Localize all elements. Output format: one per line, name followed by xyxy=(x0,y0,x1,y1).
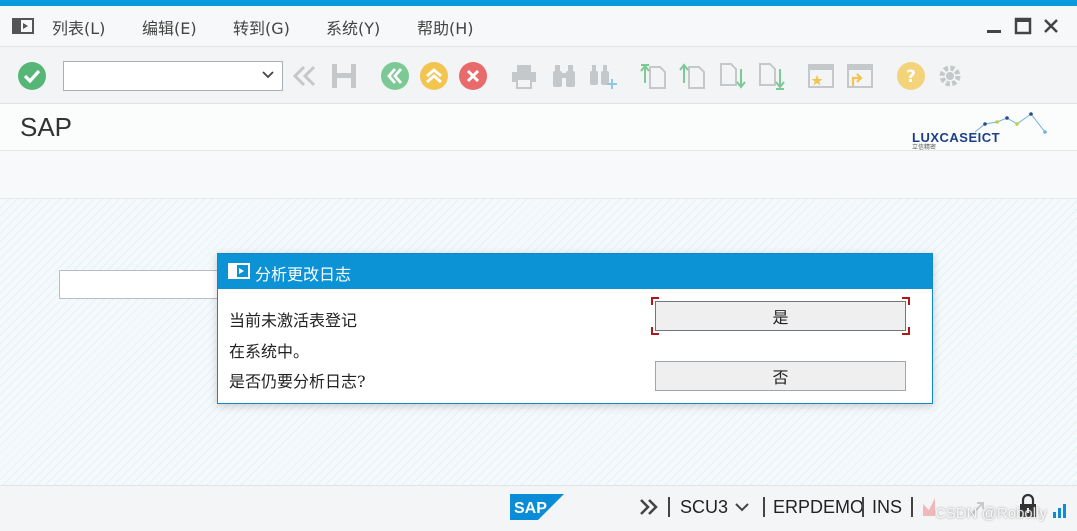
back-icon[interactable] xyxy=(380,61,410,91)
background-input-field[interactable] xyxy=(59,270,219,299)
svg-text:?: ? xyxy=(906,67,916,87)
chevron-down-icon[interactable] xyxy=(262,70,274,80)
chevron-down-icon[interactable] xyxy=(735,502,749,512)
first-page-icon[interactable] xyxy=(639,61,669,91)
application-toolbar xyxy=(0,151,1077,199)
double-left-arrows-icon[interactable] xyxy=(290,61,320,91)
command-input[interactable] xyxy=(70,63,260,89)
next-page-icon[interactable] xyxy=(717,61,747,91)
close-icon[interactable] xyxy=(1041,16,1061,36)
last-page-icon[interactable] xyxy=(756,61,786,91)
system-name: ERPDEMO xyxy=(773,497,865,517)
menu-item-edit[interactable]: 编辑(E) xyxy=(142,15,197,39)
menu-item-goto[interactable]: 转到(G) xyxy=(233,15,290,39)
exit-icon[interactable] xyxy=(419,61,449,91)
system-toolbar: ? xyxy=(0,47,1077,104)
cancel-icon[interactable] xyxy=(458,61,488,91)
title-bar: SAP LUXCASEICT 立信精密 xyxy=(0,104,1077,151)
sap-logo: SAP xyxy=(510,494,564,520)
company-logo: LUXCASEICT 立信精密 xyxy=(905,110,1055,151)
page-title: SAP xyxy=(20,112,73,142)
no-button[interactable]: 否 xyxy=(655,361,906,391)
menu-icon[interactable] xyxy=(12,18,34,34)
dialog-message-line-2: 在系统中。 xyxy=(229,342,310,361)
help-icon[interactable]: ? xyxy=(896,61,926,91)
dialog-message-line-3: 是否仍要分析日志? xyxy=(229,372,366,391)
minimize-icon[interactable] xyxy=(984,16,1004,36)
status-separator xyxy=(911,497,913,517)
menu-bar: 列表(L) 编辑(E) 转到(G) 系统(Y) 帮助(H) xyxy=(0,6,1077,47)
transaction-code: SCU3 xyxy=(680,497,729,517)
find-next-icon[interactable] xyxy=(588,61,618,91)
analyze-change-log-dialog: 分析更改日志 当前未激活表登记 在系统中。 是否仍要分析日志? 是 否 xyxy=(217,253,933,404)
input-mode[interactable]: INS xyxy=(872,497,902,518)
create-session-icon[interactable] xyxy=(806,61,836,91)
maximize-icon[interactable] xyxy=(1013,16,1033,36)
enter-check-icon[interactable] xyxy=(17,61,47,91)
logo-text: LUXCASEICT xyxy=(912,130,1001,145)
double-right-arrows-icon[interactable] xyxy=(638,497,660,517)
watermark: CSDN @Robolly xyxy=(935,505,1047,522)
dialog-header: 分析更改日志 xyxy=(218,254,932,289)
status-separator xyxy=(862,497,864,517)
status-separator xyxy=(668,497,670,517)
dialog-message-line-1: 当前未激活表登记 xyxy=(229,311,358,330)
previous-page-icon[interactable] xyxy=(678,61,708,91)
print-icon[interactable] xyxy=(509,61,539,91)
find-icon[interactable] xyxy=(549,61,579,91)
signal-icon xyxy=(1053,504,1066,518)
customize-layout-icon[interactable] xyxy=(935,61,965,91)
dialog-title: 分析更改日志 xyxy=(255,265,352,284)
dialog-menu-icon[interactable] xyxy=(228,263,250,279)
shortcut-icon[interactable] xyxy=(845,61,875,91)
status-separator xyxy=(763,497,765,517)
menu-item-list[interactable]: 列表(L) xyxy=(52,15,105,39)
svg-text:SAP: SAP xyxy=(514,500,547,517)
menu-item-system[interactable]: 系统(Y) xyxy=(326,15,380,39)
menu-item-help[interactable]: 帮助(H) xyxy=(417,15,474,39)
command-field[interactable] xyxy=(63,61,283,91)
yes-button[interactable]: 是 xyxy=(655,301,906,331)
save-icon[interactable] xyxy=(329,61,359,91)
status-bar: SAP SCU3 ERPDEMO INS CSDN @Robolly xyxy=(0,485,1077,531)
